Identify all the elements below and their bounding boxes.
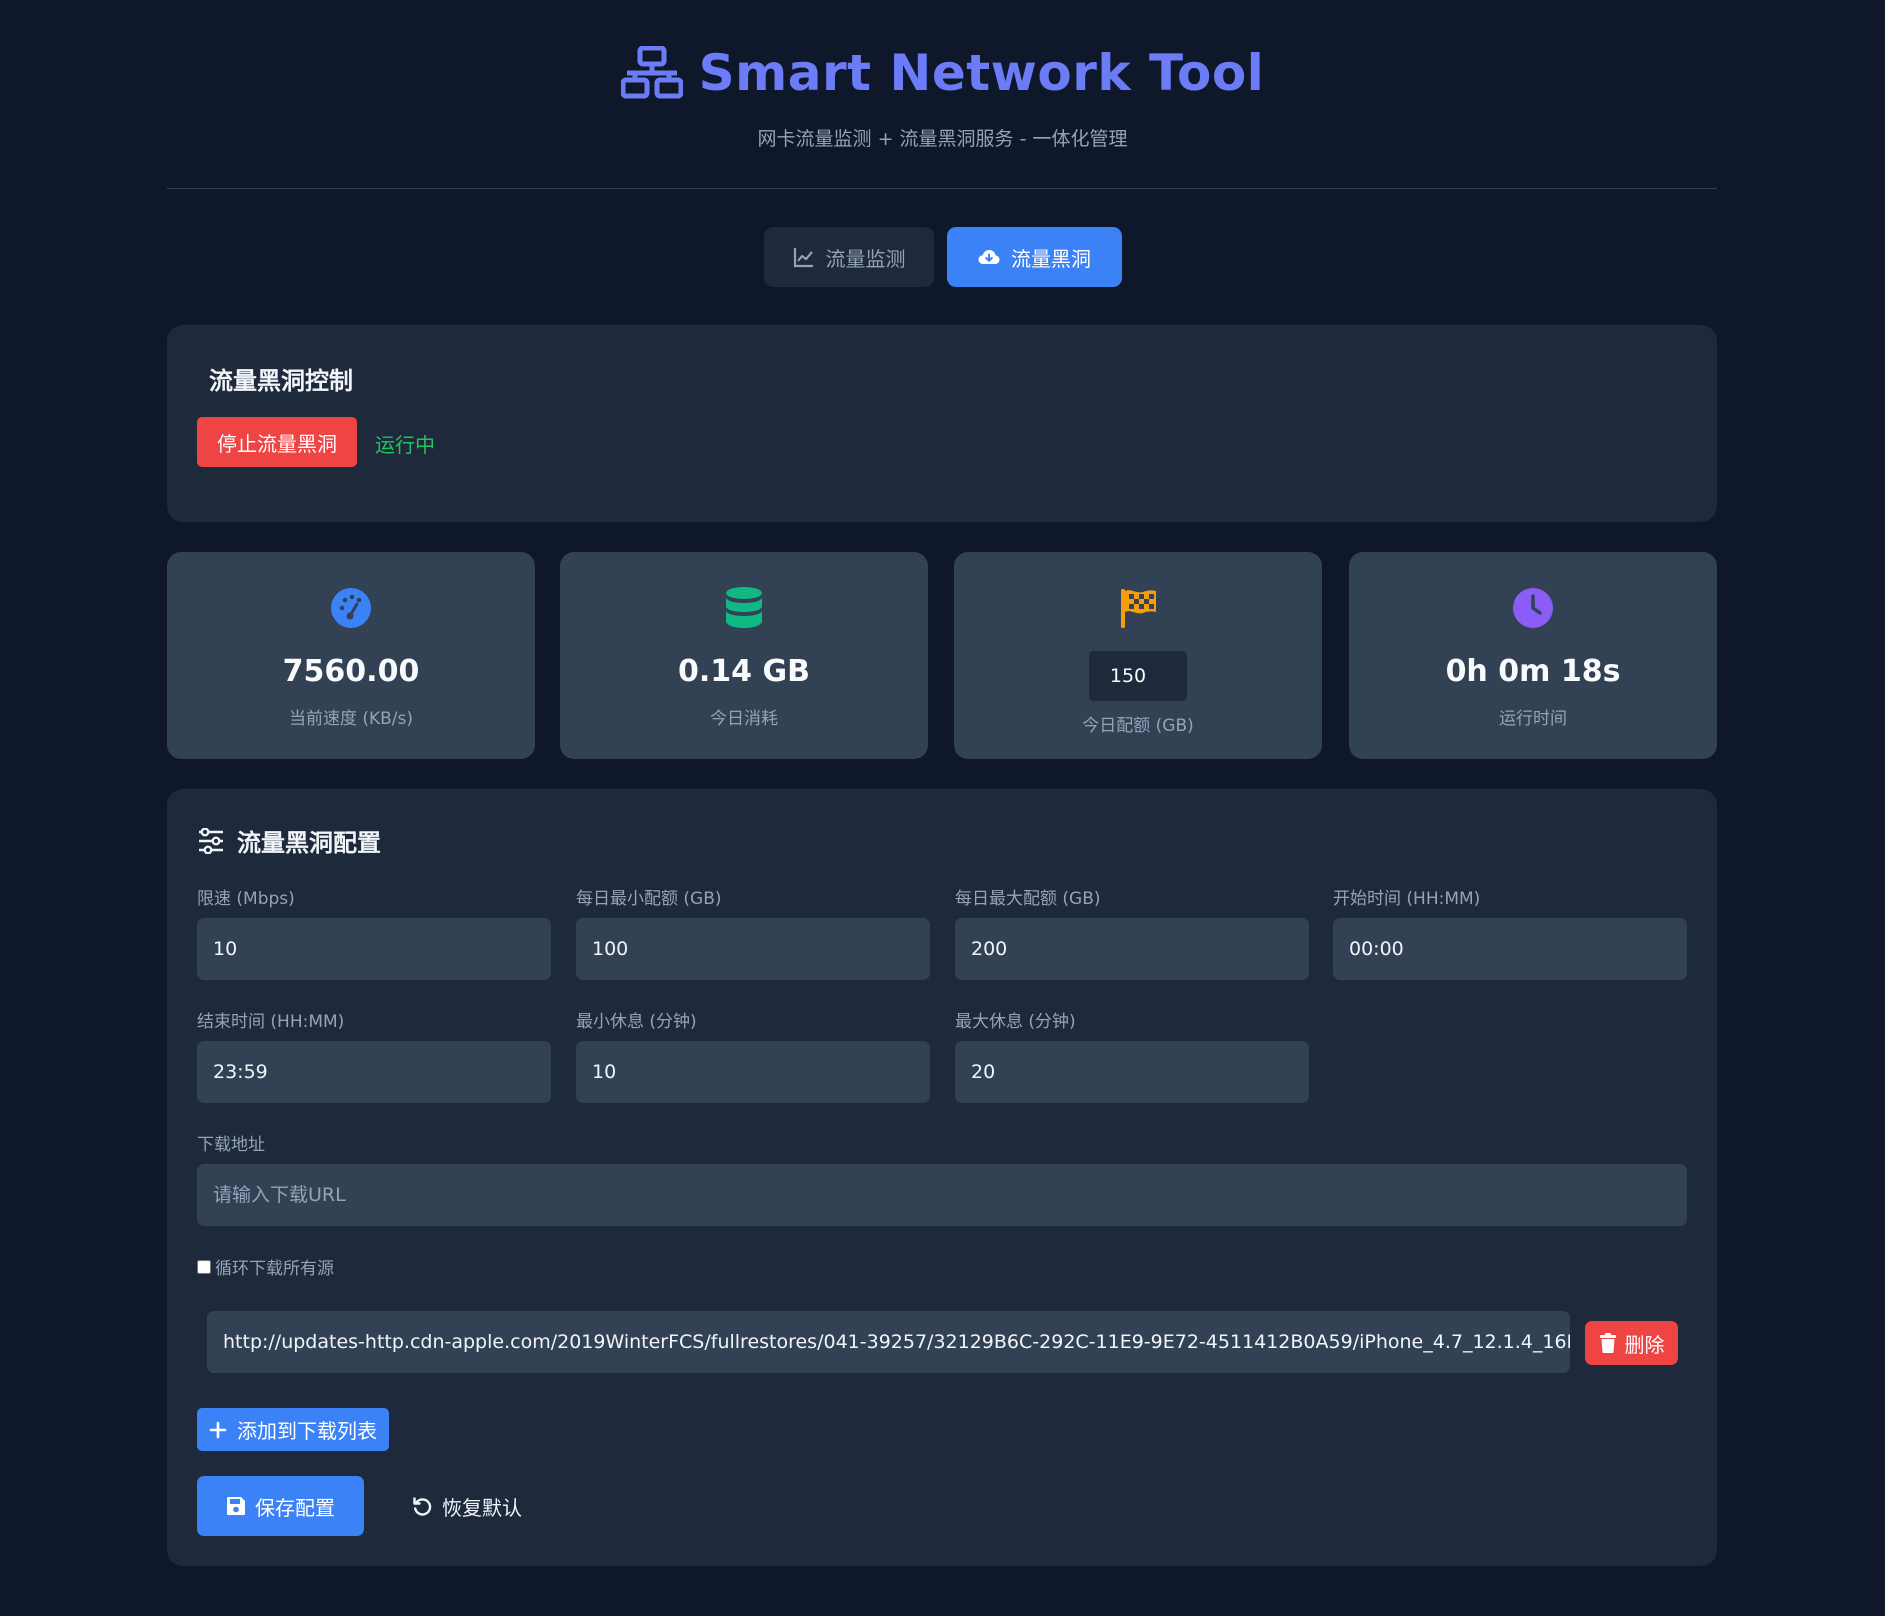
tab-label: 流量黑洞 [1011, 246, 1091, 271]
min-rest-label: 最小休息 (分钟) [576, 1012, 697, 1032]
control-panel-title: 流量黑洞控制 [209, 367, 353, 395]
stop-blackhole-button[interactable]: 停止流量黑洞 [197, 417, 357, 467]
download-url-input[interactable] [197, 1164, 1687, 1226]
stat-card-uptime: 0h 0m 18s 运行时间 [1349, 552, 1717, 759]
download-url-label: 下载地址 [197, 1135, 265, 1155]
network-icon [620, 46, 683, 99]
sliders-icon [199, 827, 223, 854]
header-divider [167, 188, 1717, 189]
loop-download-checkbox[interactable] [197, 1259, 211, 1274]
max-rest-input[interactable] [955, 1041, 1309, 1103]
clock-icon [1513, 588, 1553, 628]
trash-icon [1599, 1333, 1616, 1353]
page-title: Smart Network Tool [698, 44, 1265, 102]
today-quota-input[interactable] [1089, 651, 1187, 701]
reset-default-button[interactable]: 恢复默认 [392, 1476, 542, 1536]
max-quota-label: 每日最大配额 (GB) [955, 889, 1101, 909]
page-subtitle: 网卡流量监测 + 流量黑洞服务 - 一体化管理 [757, 128, 1128, 150]
database-icon [726, 587, 762, 628]
blackhole-control-panel: 流量黑洞控制 停止流量黑洞 运行中 [167, 325, 1717, 522]
reset-button-label: 恢复默认 [442, 1495, 522, 1520]
uptime-label: 运行时间 [1499, 709, 1567, 729]
plus-icon [209, 1421, 227, 1438]
current-speed-label: 当前速度 (KB/s) [288, 709, 414, 729]
today-quota-label: 今日配额 (GB) [1082, 716, 1194, 736]
undo-icon [413, 1496, 432, 1516]
stat-card-quota: 今日配额 (GB) [954, 552, 1322, 759]
delete-download-button[interactable]: 删除 [1585, 1321, 1678, 1365]
tab-traffic-blackhole[interactable]: 流量黑洞 [946, 227, 1122, 287]
start-time-input[interactable] [1333, 918, 1687, 980]
app-root: Smart Network Tool 网卡流量监测 + 流量黑洞服务 - 一体化… [0, 0, 1885, 1616]
tab-bar: 流量监测 流量黑洞 [0, 227, 1885, 287]
loop-download-option[interactable]: 循环下载所有源 [197, 1254, 334, 1279]
add-to-download-list-button[interactable]: 添加到下载列表 [197, 1408, 389, 1451]
max-quota-input[interactable] [955, 918, 1309, 980]
stat-card-speed: 7560.00 当前速度 (KB/s) [167, 552, 535, 759]
title-row: Smart Network Tool [0, 44, 1885, 102]
min-quota-input[interactable] [576, 918, 930, 980]
min-quota-label: 每日最小配额 (GB) [576, 889, 722, 909]
delete-button-label: 删除 [1624, 1332, 1665, 1357]
status-text: 运行中 [375, 433, 435, 457]
today-consumed-label: 今日消耗 [710, 709, 778, 729]
download-list-item-url: http://updates-http.cdn-apple.com/2019Wi… [207, 1311, 1570, 1373]
current-speed-value: 7560.00 [282, 654, 420, 689]
line-chart-icon [793, 248, 813, 268]
rate-limit-input[interactable] [197, 918, 551, 980]
uptime-value: 0h 0m 18s [1445, 654, 1621, 689]
stat-card-consumed: 0.14 GB 今日消耗 [560, 552, 928, 759]
checkered-flag-icon [1121, 589, 1156, 628]
header: Smart Network Tool 网卡流量监测 + 流量黑洞服务 - 一体化… [0, 0, 1885, 190]
gauge-icon [331, 588, 371, 628]
min-rest-input[interactable] [576, 1041, 930, 1103]
loop-download-label: 循环下载所有源 [215, 1259, 334, 1279]
save-button-label: 保存配置 [255, 1495, 335, 1520]
tab-traffic-monitor[interactable]: 流量监测 [763, 227, 934, 287]
add-button-label: 添加到下载列表 [237, 1419, 377, 1443]
cloud-download-icon [978, 250, 1000, 264]
start-time-label: 开始时间 (HH:MM) [1333, 889, 1481, 909]
config-panel-title-text: 流量黑洞配置 [237, 829, 381, 857]
end-time-input[interactable] [197, 1041, 551, 1103]
save-config-button[interactable]: 保存配置 [197, 1476, 364, 1536]
max-rest-label: 最大休息 (分钟) [955, 1012, 1076, 1032]
today-consumed-value: 0.14 GB [678, 654, 810, 689]
config-panel-title: 流量黑洞配置 [197, 823, 381, 858]
save-icon [227, 1497, 245, 1515]
rate-limit-label: 限速 (Mbps) [197, 889, 295, 909]
blackhole-config-panel: 流量黑洞配置 限速 (Mbps) 每日最小配额 (GB) 每日最大配额 (GB)… [167, 789, 1717, 1566]
end-time-label: 结束时间 (HH:MM) [197, 1012, 345, 1032]
tab-label: 流量监测 [825, 246, 906, 271]
